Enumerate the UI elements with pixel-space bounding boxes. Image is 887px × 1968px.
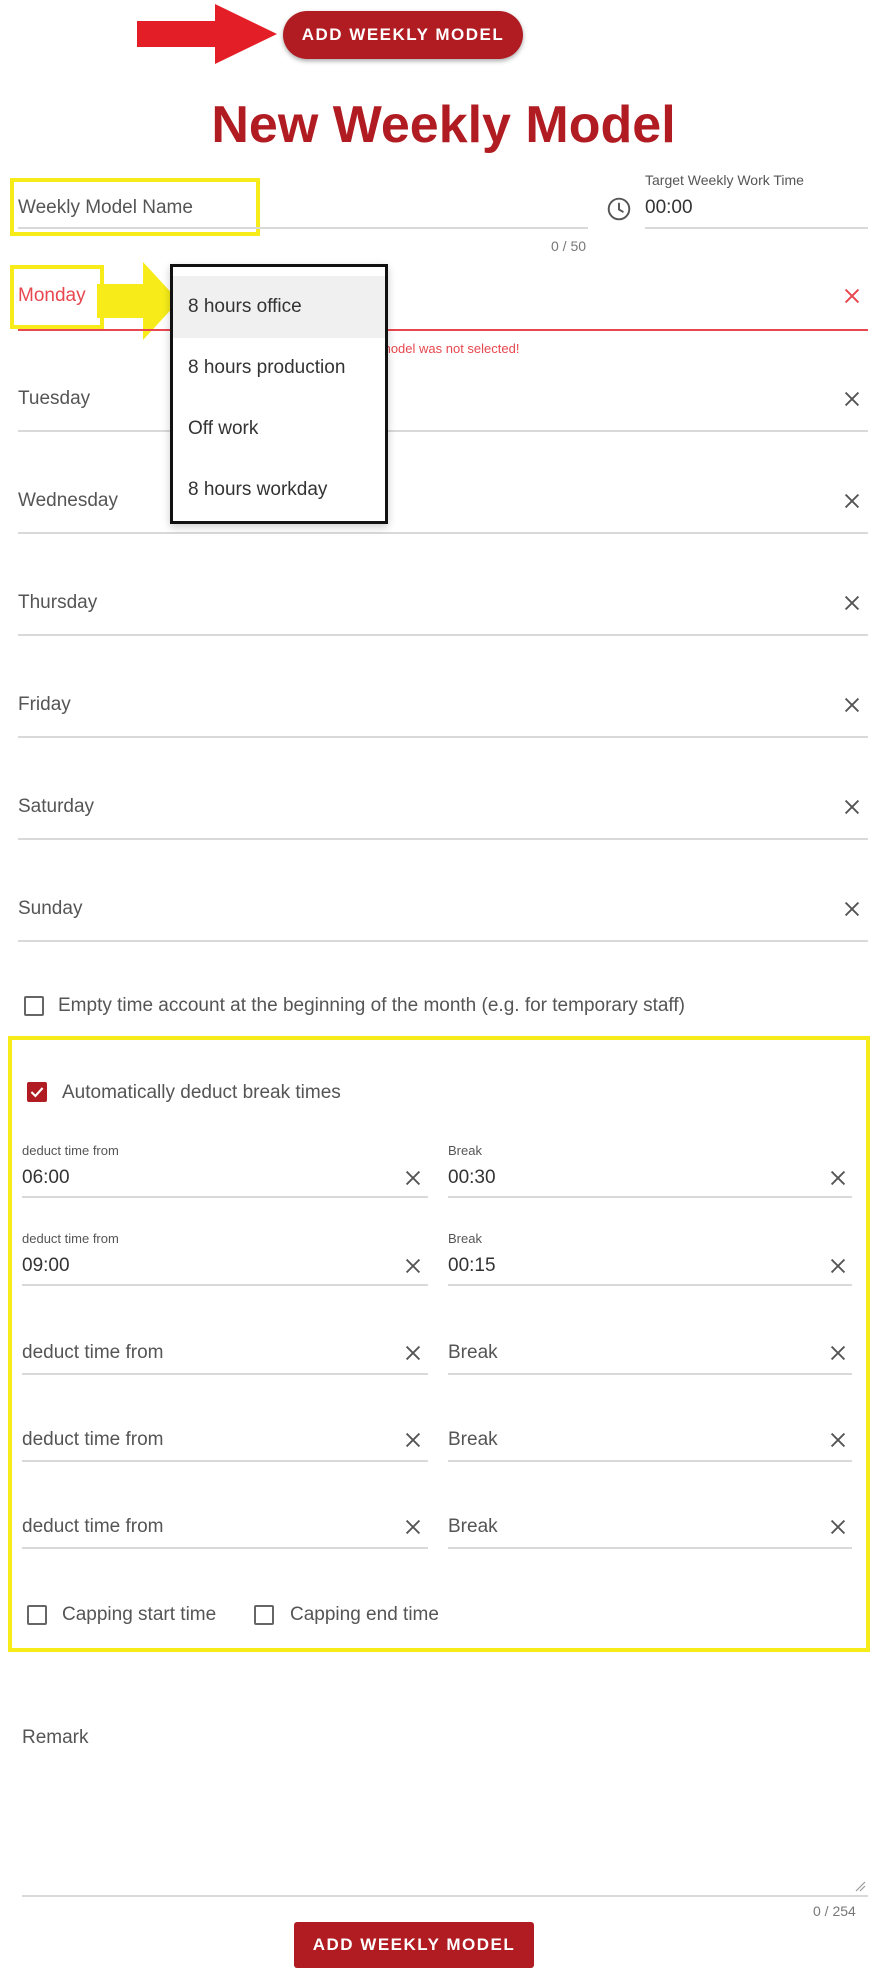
clear-icon[interactable] [402, 1342, 424, 1364]
clear-icon[interactable] [402, 1167, 424, 1189]
break-label: Break [448, 1429, 498, 1450]
break-label: Break [448, 1143, 482, 1158]
break-input[interactable] [448, 1547, 852, 1549]
name-char-counter: 0 / 50 [551, 238, 587, 254]
dropdown-option[interactable]: 8 hours office [173, 276, 385, 338]
monday-label: Monday [18, 285, 86, 306]
remark-char-counter: 0 / 254 [813, 1903, 856, 1919]
break-label: Break [448, 1516, 498, 1537]
clear-icon[interactable] [827, 1167, 849, 1189]
break-input[interactable] [448, 1373, 852, 1375]
thursday-select[interactable] [18, 634, 868, 636]
dropdown-option[interactable]: Off work [173, 398, 385, 460]
weekday-model-dropdown: 8 hours office 8 hours production Off wo… [170, 264, 388, 524]
remark-label: Remark [22, 1727, 89, 1748]
deduct-from-value: 09:00 [22, 1255, 70, 1276]
thursday-clear-icon[interactable] [841, 592, 863, 614]
wednesday-clear-icon[interactable] [841, 490, 863, 512]
clear-icon[interactable] [402, 1255, 424, 1277]
capping-end-checkbox[interactable] [254, 1605, 274, 1625]
auto-deduct-checkbox[interactable] [27, 1082, 47, 1102]
page-title: New Weekly Model [211, 96, 676, 154]
monday-clear-icon[interactable] [841, 285, 863, 307]
deduct-from-label: deduct time from [22, 1231, 119, 1246]
capping-end-label: Capping end time [290, 1604, 439, 1625]
capping-start-checkbox[interactable] [27, 1605, 47, 1625]
break-label: Break [448, 1342, 498, 1363]
clear-icon[interactable] [827, 1255, 849, 1277]
remark-textarea[interactable] [22, 1760, 868, 1895]
break-input[interactable] [448, 1284, 852, 1286]
remark-underline [22, 1895, 868, 1897]
tuesday-clear-icon[interactable] [841, 388, 863, 410]
target-weekly-work-time-label: Target Weekly Work Time [645, 172, 804, 188]
break-value: 00:30 [448, 1167, 496, 1188]
weekly-model-name-label: Weekly Model Name [18, 197, 193, 218]
dropdown-option[interactable]: 8 hours production [173, 337, 385, 399]
monday-error-message: model was not selected! [380, 341, 520, 356]
wednesday-select[interactable] [18, 532, 868, 534]
break-input[interactable] [448, 1196, 852, 1198]
thursday-label: Thursday [18, 592, 98, 613]
break-input[interactable] [448, 1460, 852, 1462]
target-weekly-work-time-value: 00:00 [645, 197, 693, 218]
weekly-model-name-input[interactable] [18, 227, 588, 229]
deduct-from-value: 06:00 [22, 1167, 70, 1188]
friday-clear-icon[interactable] [841, 694, 863, 716]
deduct-from-label: deduct time from [22, 1429, 164, 1450]
saturday-clear-icon[interactable] [841, 796, 863, 818]
sunday-select[interactable] [18, 940, 868, 942]
saturday-label: Saturday [18, 796, 95, 817]
clear-icon[interactable] [827, 1516, 849, 1538]
deduct-from-input[interactable] [22, 1196, 428, 1198]
deduct-from-input[interactable] [22, 1460, 428, 1462]
auto-deduct-label: Automatically deduct break times [62, 1082, 341, 1103]
add-weekly-model-bottom-button[interactable]: ADD WEEKLY MODEL [294, 1922, 534, 1968]
clear-icon[interactable] [402, 1516, 424, 1538]
deduct-from-label: deduct time from [22, 1342, 164, 1363]
resize-handle-icon[interactable] [854, 1880, 866, 1892]
friday-label: Friday [18, 694, 71, 715]
clear-icon[interactable] [402, 1429, 424, 1451]
wednesday-label: Wednesday [18, 490, 118, 511]
clear-icon[interactable] [827, 1429, 849, 1451]
deduct-from-input[interactable] [22, 1547, 428, 1549]
empty-time-account-label: Empty time account at the beginning of t… [58, 995, 685, 1016]
sunday-label: Sunday [18, 898, 83, 919]
capping-start-label: Capping start time [62, 1604, 217, 1625]
break-label: Break [448, 1231, 482, 1246]
monday-select[interactable] [18, 329, 868, 331]
deduct-from-input[interactable] [22, 1373, 428, 1375]
clock-icon [607, 197, 631, 221]
add-weekly-model-top-button[interactable]: ADD WEEKLY MODEL [283, 11, 523, 59]
friday-select[interactable] [18, 736, 868, 738]
tuesday-label: Tuesday [18, 388, 91, 409]
clear-icon[interactable] [827, 1342, 849, 1364]
dropdown-option[interactable]: 8 hours workday [173, 459, 385, 521]
deduct-from-label: deduct time from [22, 1516, 164, 1537]
tuesday-select[interactable] [18, 430, 868, 432]
target-weekly-work-time-input[interactable] [645, 227, 868, 229]
red-arrow-icon [137, 4, 277, 64]
deduct-from-label: deduct time from [22, 1143, 119, 1158]
saturday-select[interactable] [18, 838, 868, 840]
deduct-from-input[interactable] [22, 1284, 428, 1286]
break-value: 00:15 [448, 1255, 496, 1276]
empty-time-account-checkbox[interactable] [24, 996, 44, 1016]
sunday-clear-icon[interactable] [841, 898, 863, 920]
